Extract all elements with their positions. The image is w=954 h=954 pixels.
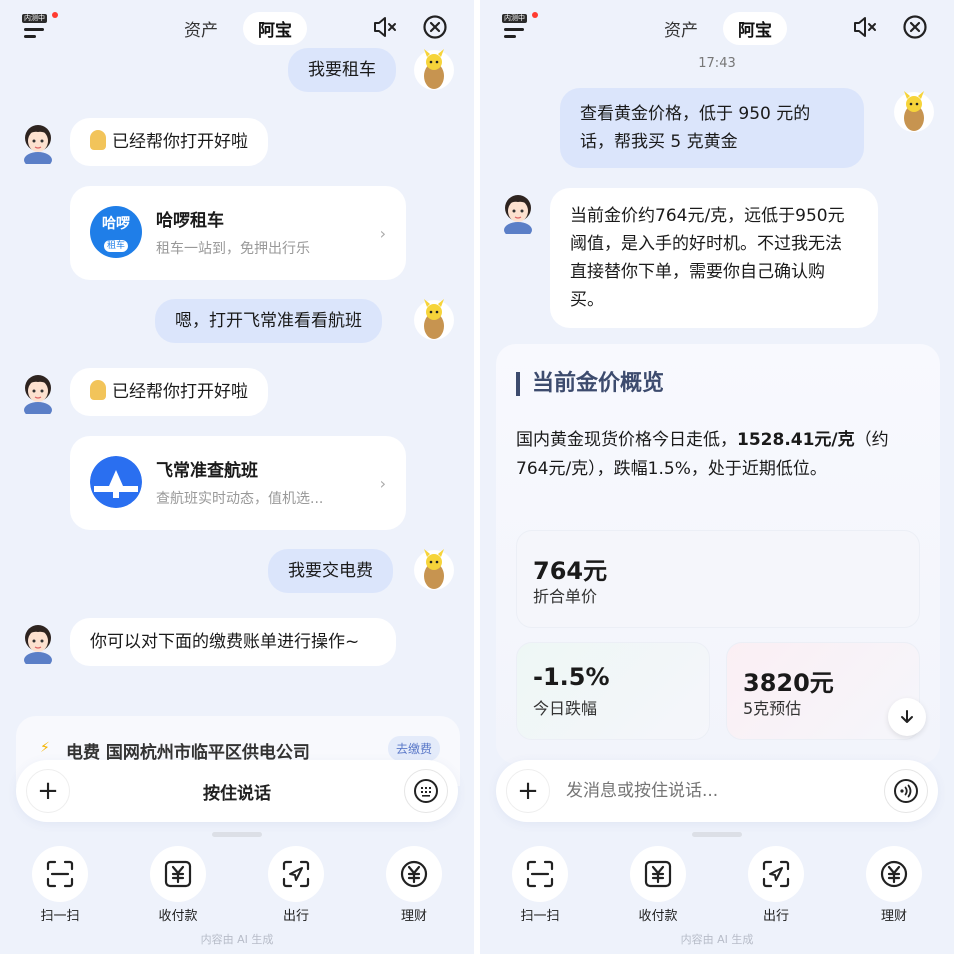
airplane-logo-icon [90, 456, 142, 508]
nav-finance[interactable]: 理财 [858, 846, 930, 924]
user-avatar-pikachu-icon [894, 91, 934, 132]
app-name: 哈啰租车 [156, 211, 224, 231]
card-title: 当前金价概览 [516, 372, 664, 396]
app-card-hello[interactable]: 哈啰 租车 哈啰租车 租车一站到，免押出行乐 › [70, 186, 406, 280]
hello-logo-icon: 哈啰 租车 [90, 206, 142, 258]
chevron-right-icon: › [379, 224, 386, 243]
bottom-nav: 扫一扫 收付款 出行 理财 [480, 846, 954, 926]
plus-icon[interactable]: + [506, 769, 550, 813]
nav-scan[interactable]: 扫一扫 [24, 846, 96, 924]
ai-generated-note: 内容由 AI 生成 [680, 933, 754, 946]
user-avatar-pikachu-icon [414, 549, 454, 590]
scan-icon [32, 846, 88, 902]
drag-handle[interactable] [212, 832, 262, 837]
nav-pay[interactable]: 收付款 [622, 846, 694, 924]
bottom-nav: 扫一扫 收付款 出行 理财 [0, 846, 474, 926]
pay-button[interactable]: 去缴费 [387, 736, 440, 761]
right-screen: 内测中 资产 阿宝 17:43 查看黄金价格，低于 950 元的话，帮我买 5 … [480, 0, 954, 954]
tab-abao[interactable]: 阿宝 [723, 12, 787, 45]
message-input-bar[interactable]: + [496, 760, 938, 822]
app-desc: 租车一站到，免押出行乐 [156, 241, 310, 257]
tab-assets[interactable]: 资产 [169, 12, 233, 45]
timestamp: 17:43 [698, 56, 736, 71]
header-tabs: 资产 阿宝 [0, 12, 474, 45]
yuan-square-icon [630, 846, 686, 902]
user-message: 嗯，打开飞常准看看航班 [155, 299, 382, 343]
drag-handle[interactable] [692, 832, 742, 837]
nav-scan[interactable]: 扫一扫 [504, 846, 576, 924]
tab-abao[interactable]: 阿宝 [243, 12, 307, 45]
close-icon[interactable] [422, 14, 448, 40]
user-avatar-pikachu-icon [414, 49, 454, 90]
point-down-icon [90, 130, 106, 150]
voice-input-bar[interactable]: + 按住说话 [16, 760, 458, 822]
app-card-flight[interactable]: 飞常准查航班 查航班实时动态，值机选... › [70, 436, 406, 530]
nav-travel[interactable]: 出行 [740, 846, 812, 924]
assistant-avatar-icon [24, 625, 52, 664]
yuan-square-icon [150, 846, 206, 902]
user-message: 查看黄金价格，低于 950 元的话，帮我买 5 克黄金 [560, 88, 864, 168]
keyboard-icon[interactable] [404, 769, 448, 813]
mute-icon[interactable] [852, 14, 878, 40]
arrow-down-icon[interactable] [888, 698, 926, 736]
gold-price-card: 当前金价概览 国内黄金现货价格今日走低，1528.41元/克（约764元/克），… [496, 344, 940, 764]
navigation-icon [748, 846, 804, 902]
assistant-message: 已经帮你打开好啦 [70, 118, 268, 166]
card-body: 国内黄金现货价格今日走低，1528.41元/克（约764元/克），跌幅1.5%，… [516, 430, 889, 479]
mute-icon[interactable] [372, 14, 398, 40]
assistant-message: 当前金价约764元/克，远低于950元阈值，是入手的好时机。不过我无法直接替你下… [550, 188, 878, 328]
scan-icon [512, 846, 568, 902]
app-desc: 查航班实时动态，值机选... [156, 491, 324, 507]
stat-daily-drop: -1.5% 今日跌幅 [516, 642, 710, 740]
nav-travel[interactable]: 出行 [260, 846, 332, 924]
top-bar: 内测中 资产 阿宝 [480, 0, 954, 52]
assistant-avatar-icon [24, 125, 52, 164]
chevron-right-icon: › [379, 474, 386, 493]
tab-assets[interactable]: 资产 [649, 12, 713, 45]
point-down-icon [90, 380, 106, 400]
assistant-message: 已经帮你打开好啦 [70, 368, 268, 416]
ai-generated-note: 内容由 AI 生成 [200, 933, 274, 946]
message-input[interactable] [566, 778, 846, 804]
header-tabs: 资产 阿宝 [480, 12, 954, 45]
nav-finance[interactable]: 理财 [378, 846, 450, 924]
assistant-avatar-icon [24, 375, 52, 414]
voice-wave-icon[interactable] [884, 769, 928, 813]
yuan-circle-icon [386, 846, 442, 902]
left-screen: 内测中 资产 阿宝 我要租车 已经帮你打开好啦 哈啰 租车 哈啰租车 租车一站到… [0, 0, 474, 954]
app-name: 飞常准查航班 [156, 461, 258, 481]
hold-to-talk-label[interactable]: 按住说话 [16, 779, 458, 804]
stat-unit-price: 764元 折合单价 [516, 530, 920, 628]
lightning-icon: ⚡ [40, 740, 50, 756]
nav-pay[interactable]: 收付款 [142, 846, 214, 924]
close-icon[interactable] [902, 14, 928, 40]
user-message: 我要交电费 [268, 549, 393, 593]
assistant-message: 你可以对下面的缴费账单进行操作~ [70, 618, 396, 666]
user-avatar-pikachu-icon [414, 299, 454, 340]
user-message: 我要租车 [288, 48, 396, 92]
yuan-circle-icon [866, 846, 922, 902]
top-bar: 内测中 资产 阿宝 [0, 0, 474, 52]
assistant-avatar-icon [504, 195, 532, 234]
navigation-icon [268, 846, 324, 902]
